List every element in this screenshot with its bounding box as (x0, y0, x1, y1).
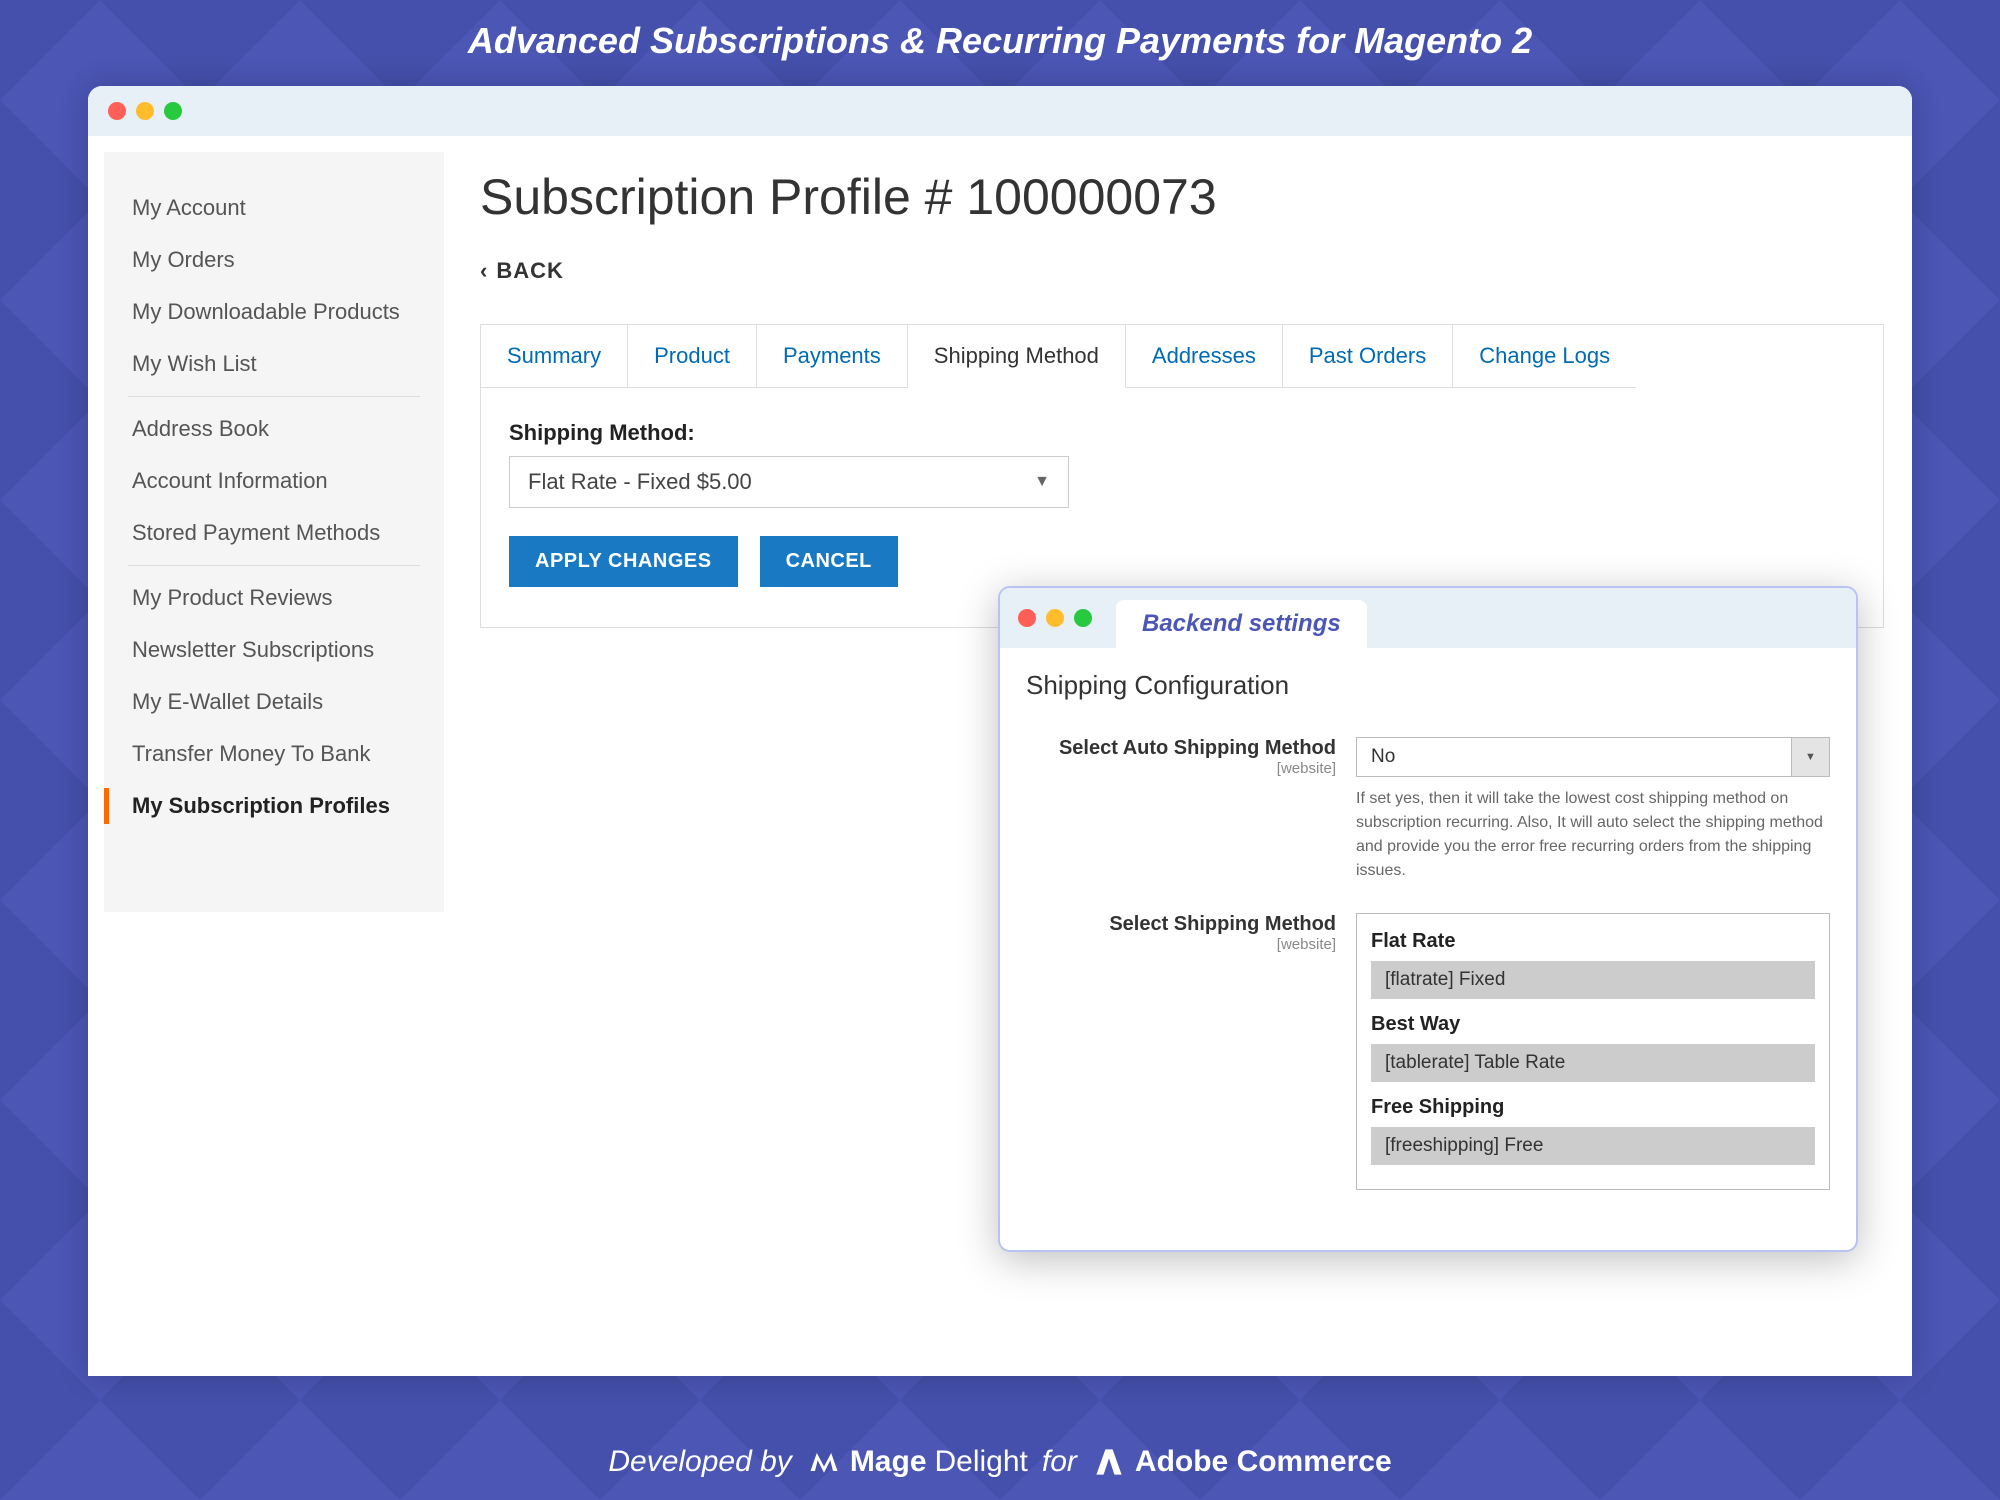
tab-change-logs[interactable]: Change Logs (1453, 325, 1636, 388)
method-option-tablerate[interactable]: [tablerate] Table Rate (1371, 1044, 1815, 1082)
chevron-down-icon: ▼ (1034, 473, 1050, 491)
auto-shipping-label: Select Auto Shipping Method (1026, 737, 1336, 760)
sidebar-item-account-info[interactable]: Account Information (128, 455, 420, 507)
close-icon[interactable] (1018, 609, 1036, 627)
footer-developed: Developed by (608, 1445, 791, 1479)
method-option-flatrate-fixed[interactable]: [flatrate] Fixed (1371, 961, 1815, 999)
main-window: My Account My Orders My Downloadable Pro… (88, 86, 1912, 1376)
select-method-scope: [website] (1026, 936, 1336, 953)
cancel-button[interactable]: CANCEL (760, 536, 898, 587)
footer: Developed by MageDelight for Adobe Comme… (0, 1444, 2000, 1480)
back-label: BACK (496, 258, 564, 284)
method-group-bestway: Best Way (1371, 1013, 1815, 1036)
page-banner: Advanced Subscriptions & Recurring Payme… (0, 0, 2000, 86)
method-group-freeshipping: Free Shipping (1371, 1096, 1815, 1119)
backend-titlebar: Backend settings (1000, 588, 1856, 648)
adobe-icon (1091, 1444, 1127, 1480)
shipping-method-select[interactable]: Flat Rate - Fixed $5.00 ▼ (509, 456, 1069, 508)
minimize-icon[interactable] (136, 102, 154, 120)
tablist: Summary Product Payments Shipping Method… (480, 324, 1884, 388)
sidebar-item-my-orders[interactable]: My Orders (128, 234, 420, 286)
auto-shipping-help: If set yes, then it will take the lowest… (1356, 787, 1830, 883)
sidebar-item-address-book[interactable]: Address Book (128, 403, 420, 455)
apply-changes-button[interactable]: APPLY CHANGES (509, 536, 738, 587)
sidebar-item-ewallet[interactable]: My E-Wallet Details (128, 676, 420, 728)
shipping-method-value: Flat Rate - Fixed $5.00 (528, 469, 752, 495)
maximize-icon[interactable] (164, 102, 182, 120)
tab-payments[interactable]: Payments (757, 325, 908, 388)
shipping-method-listbox[interactable]: Flat Rate [flatrate] Fixed Best Way [tab… (1356, 913, 1830, 1190)
select-method-label: Select Shipping Method (1026, 913, 1336, 936)
sidebar-item-newsletter[interactable]: Newsletter Subscriptions (128, 624, 420, 676)
backend-window: Backend settings Shipping Configuration … (998, 586, 1858, 1252)
magedelight-icon (806, 1444, 842, 1480)
config-row-select-method: Select Shipping Method [website] Flat Ra… (1026, 913, 1830, 1190)
chevron-down-icon: ▼ (1791, 738, 1829, 776)
sidebar-item-stored-payment[interactable]: Stored Payment Methods (128, 507, 420, 559)
tab-product[interactable]: Product (628, 325, 757, 388)
magedelight-logo: MageDelight (806, 1444, 1028, 1480)
backend-heading: Shipping Configuration (1026, 670, 1830, 701)
backend-tab-label: Backend settings (1116, 600, 1367, 648)
sidebar-item-downloadable[interactable]: My Downloadable Products (128, 286, 420, 338)
tab-shipping-method[interactable]: Shipping Method (908, 325, 1126, 388)
method-group-flatrate: Flat Rate (1371, 930, 1815, 953)
button-row: APPLY CHANGES CANCEL (509, 536, 1855, 587)
sidebar-item-subscription-profiles[interactable]: My Subscription Profiles (128, 780, 420, 832)
tab-summary[interactable]: Summary (481, 325, 628, 388)
page-title: Subscription Profile # 100000073 (480, 168, 1884, 226)
tab-addresses[interactable]: Addresses (1126, 325, 1283, 388)
close-icon[interactable] (108, 102, 126, 120)
auto-shipping-value: No (1357, 738, 1791, 776)
sidebar: My Account My Orders My Downloadable Pro… (104, 152, 444, 912)
maximize-icon[interactable] (1074, 609, 1092, 627)
auto-shipping-select[interactable]: No ▼ (1356, 737, 1830, 777)
adobe-commerce-logo: Adobe Commerce (1091, 1444, 1392, 1480)
shipping-method-label: Shipping Method: (509, 420, 1855, 446)
minimize-icon[interactable] (1046, 609, 1064, 627)
backend-body: Shipping Configuration Select Auto Shipp… (1000, 648, 1856, 1250)
sidebar-item-wishlist[interactable]: My Wish List (128, 338, 420, 390)
chevron-left-icon: ‹ (480, 258, 488, 284)
sidebar-item-my-account[interactable]: My Account (128, 182, 420, 234)
back-link[interactable]: ‹ BACK (480, 258, 564, 284)
footer-for: for (1042, 1445, 1077, 1479)
auto-shipping-scope: [website] (1026, 760, 1336, 777)
config-row-auto-shipping: Select Auto Shipping Method [website] No… (1026, 737, 1830, 883)
sidebar-item-transfer[interactable]: Transfer Money To Bank (128, 728, 420, 780)
tab-past-orders[interactable]: Past Orders (1283, 325, 1453, 388)
method-option-freeshipping[interactable]: [freeshipping] Free (1371, 1127, 1815, 1165)
window-titlebar (88, 86, 1912, 136)
sidebar-item-reviews[interactable]: My Product Reviews (128, 572, 420, 624)
